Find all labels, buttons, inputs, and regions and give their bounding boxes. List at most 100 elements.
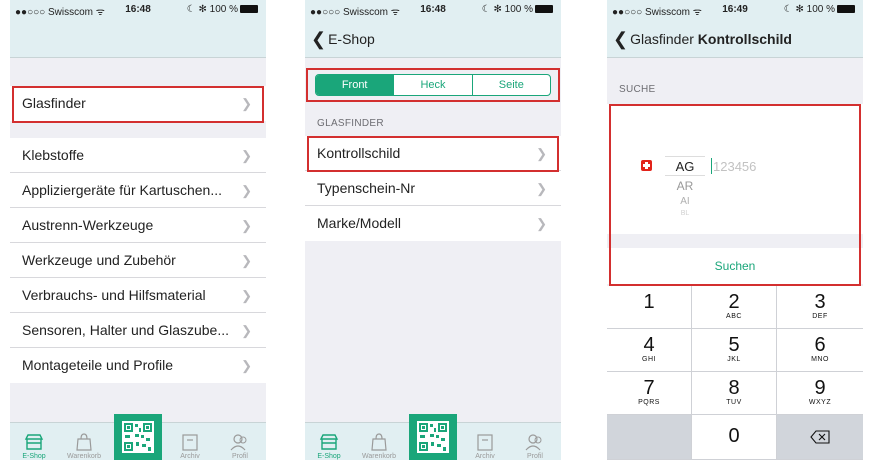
- battery-status: ☾ ✻ 100 %: [784, 4, 855, 15]
- phone-glasfinder: ●●○○○ Swisscom ᯤ 16:48 ☾ ✻ 100 % ❮ E-Shop…: [305, 0, 561, 460]
- divider: [607, 234, 863, 248]
- menu-item-appliziergeraete[interactable]: Appliziergeräte für Kartuschen... ❯: [10, 173, 266, 208]
- tab-e-shop[interactable]: E-Shop: [305, 433, 353, 460]
- menu-item-werkzeuge-zubehoer[interactable]: Werkzeuge und Zubehör ❯: [10, 243, 266, 278]
- key-4[interactable]: 4 GHI: [607, 329, 692, 372]
- menu-item-verbrauchsmaterial[interactable]: Verbrauchs- und Hilfsmaterial ❯: [10, 278, 266, 313]
- key-letters: ABC: [726, 313, 742, 320]
- menu-item-klebstoffe[interactable]: Klebstoffe ❯: [10, 138, 266, 173]
- tab-archiv[interactable]: Archiv: [166, 433, 214, 460]
- menu-item-label: Marke/Modell: [317, 215, 402, 231]
- section-header: GLASFINDER: [317, 118, 384, 129]
- menu-item-label: Werkzeuge und Zubehör: [22, 252, 176, 268]
- back-chevron-icon: ❮: [613, 29, 629, 49]
- key-number: 4: [643, 334, 655, 356]
- key-6[interactable]: 6 MNO: [777, 329, 863, 372]
- key-2[interactable]: 2 ABC: [692, 286, 777, 329]
- key-letters: MNO: [811, 356, 829, 363]
- chevron-right-icon: ❯: [241, 323, 252, 338]
- key-number: 9: [814, 377, 826, 399]
- key-number: 2: [728, 291, 740, 313]
- key-1[interactable]: 1: [607, 286, 692, 329]
- search-button[interactable]: Suchen: [607, 248, 863, 284]
- swiss-flag-icon: [641, 160, 652, 171]
- tab-warenkorb[interactable]: Warenkorb: [355, 433, 403, 460]
- key-7[interactable]: 7 PQRS: [607, 372, 692, 415]
- tab-e-shop[interactable]: E-Shop: [10, 433, 58, 460]
- battery-icon: [837, 5, 855, 13]
- key-letters: TUV: [726, 399, 742, 406]
- status-bar: ●●○○○ Swisscom ᯤ 16:49 ☾ ✻ 100 %: [607, 0, 863, 20]
- menu-item-marke-modell[interactable]: Marke/Modell ❯: [305, 206, 561, 241]
- back-chevron-icon: ❮: [311, 29, 327, 49]
- menu-item-label: Typenschein-Nr: [317, 180, 416, 196]
- profile-icon: [525, 434, 542, 451]
- tab-label: E-Shop: [22, 453, 46, 460]
- tab-warenkorb[interactable]: Warenkorb: [60, 433, 108, 460]
- key-backspace[interactable]: [777, 415, 863, 460]
- menu-item-montageteile[interactable]: Montageteile und Profile ❯: [10, 348, 266, 383]
- tab-archiv[interactable]: Archiv: [461, 433, 509, 460]
- qr-code-icon: [122, 421, 154, 453]
- canton-picker[interactable]: AG: [665, 156, 705, 176]
- back-label: E-Shop: [328, 31, 375, 47]
- nav-bar: [10, 20, 266, 58]
- chevron-right-icon: ❯: [241, 148, 252, 163]
- key-number: 3: [814, 291, 826, 313]
- canton-option: AR: [676, 179, 694, 193]
- battery-icon: [535, 5, 553, 13]
- menu-item-austrenn-werkzeuge[interactable]: Austrenn-Werkzeuge ❯: [10, 208, 266, 243]
- key-9[interactable]: 9 WXYZ: [777, 372, 863, 415]
- segment-front[interactable]: Front: [316, 75, 395, 95]
- key-letters: JKL: [727, 356, 741, 363]
- chevron-right-icon: ❯: [241, 183, 252, 198]
- menu-item-glasfinder[interactable]: Glasfinder ❯: [10, 86, 266, 121]
- back-button[interactable]: ❮ Glasfinder Kontrollschild: [613, 29, 792, 49]
- tab-profil[interactable]: Profil: [511, 433, 559, 460]
- key-number: 1: [643, 291, 655, 313]
- plate-number-input[interactable]: 123456: [713, 159, 756, 174]
- tab-bar: E-Shop Warenkorb Archiv Profil: [305, 414, 561, 460]
- tab-label: E-Shop: [317, 453, 341, 460]
- section-header: SUCHE: [619, 84, 656, 95]
- menu-item-typenschein[interactable]: Typenschein-Nr ❯: [305, 171, 561, 206]
- chevron-right-icon: ❯: [536, 181, 547, 196]
- phone-kontrollschild: ●●○○○ Swisscom ᯤ 16:49 ☾ ✻ 100 % ❮ Glasfi…: [607, 0, 863, 460]
- plate-search-card: AG AR AI BL 123456 Suchen: [607, 104, 863, 284]
- tab-bar: E-Shop Warenkorb Archiv Profil: [10, 414, 266, 460]
- key-number: 7: [643, 377, 655, 399]
- qr-scan-button[interactable]: [409, 414, 457, 460]
- category-list: Klebstoffe ❯ Appliziergeräte für Kartusc…: [10, 138, 266, 383]
- menu-item-sensoren[interactable]: Sensoren, Halter und Glaszube... ❯: [10, 313, 266, 348]
- segment-heck[interactable]: Heck: [394, 75, 473, 95]
- key-letters: GHI: [642, 356, 656, 363]
- status-bar: ●●○○○ Swisscom ᯤ 16:48 ☾ ✻ 100 %: [305, 0, 561, 20]
- bag-icon: [76, 433, 92, 451]
- archive-icon: [182, 434, 198, 451]
- menu-item-kontrollschild[interactable]: Kontrollschild ❯: [305, 136, 561, 171]
- segment-seite[interactable]: Seite: [473, 75, 550, 95]
- key-3[interactable]: 3 DEF: [777, 286, 863, 329]
- key-blank: [607, 415, 692, 460]
- numeric-keypad: 1 2 ABC 3 DEF 4 GHI 5 JKL 6 MNO 7 PQRS 8 TUV 9W…: [607, 286, 863, 460]
- tab-profil[interactable]: Profil: [216, 433, 264, 460]
- plate-input-area: AG AR AI BL 123456: [607, 104, 863, 234]
- menu-item-label: Appliziergeräte für Kartuschen...: [22, 182, 222, 198]
- key-number: 8: [728, 377, 740, 399]
- status-bar: ●●○○○ Swisscom ᯤ 16:48 ☾ ✻ 100 %: [10, 0, 266, 20]
- key-number: 0: [728, 425, 740, 447]
- key-8[interactable]: 8 TUV: [692, 372, 777, 415]
- back-button[interactable]: ❮ E-Shop: [311, 29, 375, 49]
- key-letters: DEF: [812, 313, 828, 320]
- chevron-right-icon: ❯: [241, 218, 252, 233]
- key-letters: PQRS: [638, 399, 660, 406]
- key-0[interactable]: 0: [692, 415, 777, 460]
- key-number: 5: [728, 334, 740, 356]
- qr-code-icon: [417, 421, 449, 453]
- menu-item-label: Sensoren, Halter und Glaszube...: [22, 322, 230, 338]
- bag-icon: [371, 433, 387, 451]
- menu-item-label: Montageteile und Profile: [22, 357, 173, 373]
- tab-label: Profil: [527, 453, 543, 460]
- key-5[interactable]: 5 JKL: [692, 329, 777, 372]
- qr-scan-button[interactable]: [114, 414, 162, 460]
